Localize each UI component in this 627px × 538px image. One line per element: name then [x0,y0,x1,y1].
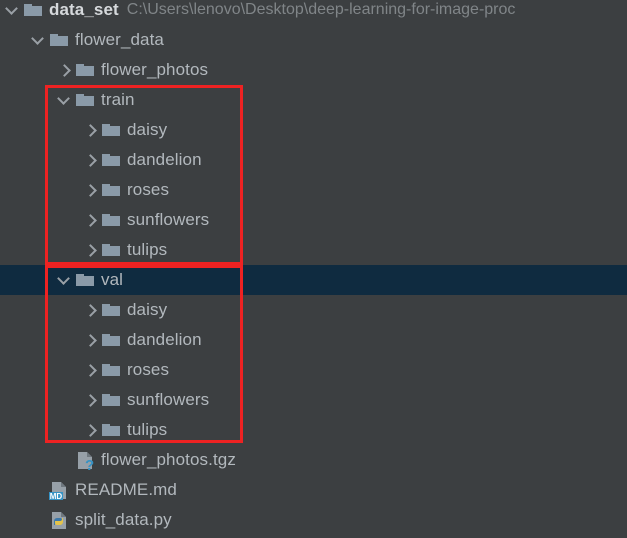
chevron-down-icon[interactable] [56,265,74,295]
tree-row-path: C:\Users\lenovo\Desktop\deep-learning-fo… [126,1,516,18]
tree-row-data-set[interactable]: data_set C:\Users\lenovo\Desktop\deep-lea… [0,0,627,25]
folder-icon [100,359,122,381]
folder-icon [100,299,122,321]
tree-row-label: flower_photos [101,60,209,79]
chevron-right-icon[interactable] [82,235,100,265]
tree-row-val[interactable]: val [0,265,627,295]
folder-icon [100,119,122,141]
unknown-file-icon: ? [74,449,96,471]
tree-row-tulips[interactable]: tulips [0,415,627,445]
folder-icon [74,89,96,111]
chevron-down-icon[interactable] [30,25,48,55]
folder-icon [74,59,96,81]
tree-row-label: dandelion [127,330,202,349]
folder-icon [100,239,122,261]
tree-row-dandelion[interactable]: dandelion [0,325,627,355]
folder-icon [100,179,122,201]
tree-row-label: dandelion [127,150,202,169]
python-file-icon [48,509,70,531]
chevron-right-icon[interactable] [82,415,100,445]
tree-row-label: roses [127,360,170,379]
folder-icon [48,29,70,51]
tree-row-label: sunflowers [127,390,210,409]
tree-row-daisy[interactable]: daisy [0,295,627,325]
tree-row-daisy[interactable]: daisy [0,115,627,145]
tree-row-flower-photos[interactable]: flower_photos [0,55,627,85]
tree-row-sunflowers[interactable]: sunflowers [0,385,627,415]
tree-row-dandelion[interactable]: dandelion [0,145,627,175]
tree-row-flower-data[interactable]: flower_data [0,25,627,55]
tree-row-readme-md[interactable]: MD README.md [0,475,627,505]
tree-row-label: val [101,270,124,289]
markdown-file-icon: MD [48,479,70,501]
svg-text:?: ? [85,457,94,471]
chevron-right-icon[interactable] [82,355,100,385]
project-file-tree[interactable]: data_set C:\Users\lenovo\Desktop\deep-lea… [0,0,627,538]
tree-row-tulips[interactable]: tulips [0,235,627,265]
tree-row-label: data_set [49,0,119,19]
chevron-placeholder [56,445,74,475]
tree-row-label: sunflowers [127,210,210,229]
tree-row-label: README.md [75,480,177,499]
chevron-right-icon[interactable] [82,295,100,325]
chevron-down-icon[interactable] [56,85,74,115]
folder-icon [100,329,122,351]
svg-text:MD: MD [50,492,63,501]
chevron-right-icon[interactable] [82,145,100,175]
tree-row-label: tulips [127,240,168,259]
tree-row-train[interactable]: train [0,85,627,115]
chevron-right-icon[interactable] [82,385,100,415]
chevron-right-icon[interactable] [56,55,74,85]
chevron-down-icon[interactable] [4,0,22,25]
tree-row-roses[interactable]: roses [0,355,627,385]
tree-row-label: flower_data [75,30,164,49]
folder-icon [100,389,122,411]
folder-icon [22,0,44,21]
tree-row-label: roses [127,180,170,199]
tree-row-split-data-py[interactable]: split_data.py [0,505,627,535]
tree-row-label: daisy [127,120,168,139]
folder-icon [100,209,122,231]
tree-row-label: flower_photos.tgz [101,450,236,469]
tree-row-sunflowers[interactable]: sunflowers [0,205,627,235]
folder-icon [100,149,122,171]
chevron-right-icon[interactable] [82,115,100,145]
chevron-right-icon[interactable] [82,325,100,355]
tree-row-flower-photos-tgz[interactable]: ? flower_photos.tgz [0,445,627,475]
chevron-right-icon[interactable] [82,175,100,205]
chevron-right-icon[interactable] [82,205,100,235]
folder-icon [74,269,96,291]
tree-row-roses[interactable]: roses [0,175,627,205]
tree-row-label: split_data.py [75,510,172,529]
folder-icon [100,419,122,441]
tree-row-label: daisy [127,300,168,319]
tree-row-label: tulips [127,420,168,439]
chevron-placeholder [30,505,48,535]
chevron-placeholder [30,475,48,505]
tree-row-label: train [101,90,135,109]
